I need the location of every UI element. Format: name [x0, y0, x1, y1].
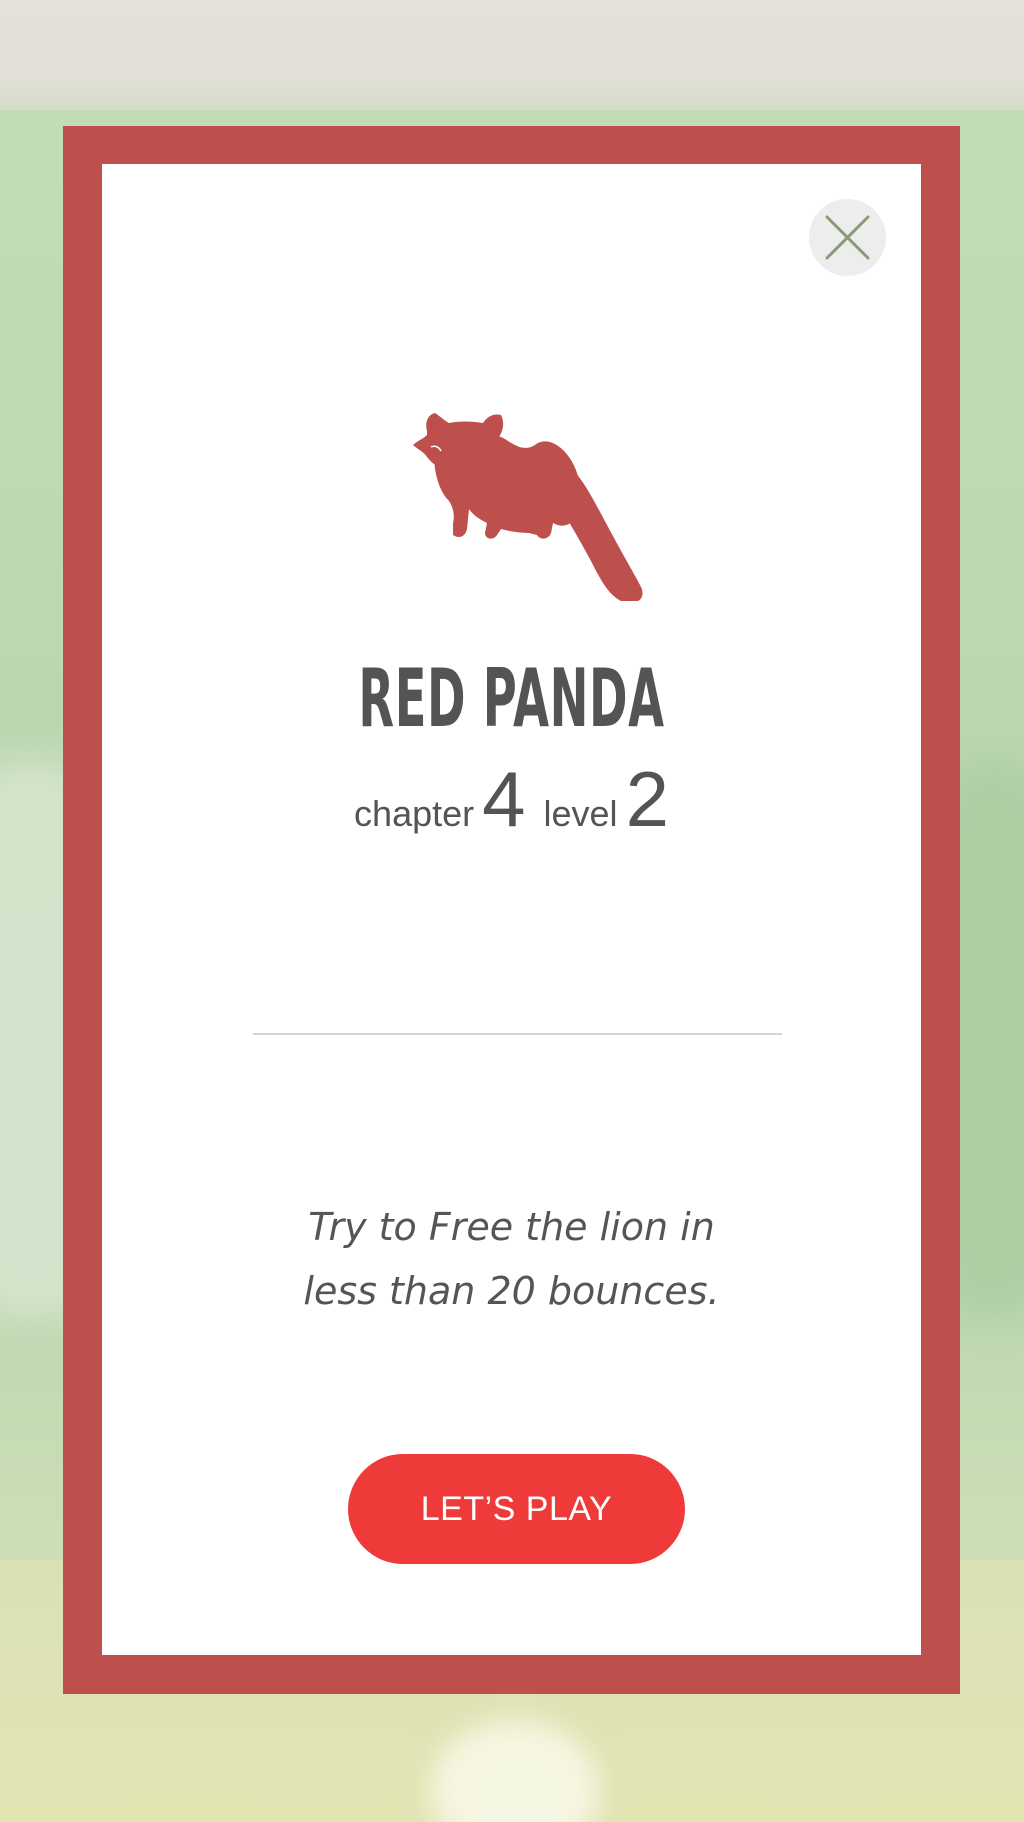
level-label: level: [543, 793, 618, 834]
divider: [253, 1033, 782, 1035]
level-dialog-card: RED PANDA chapter 4 level 2 Try to Free the…: [102, 164, 921, 1655]
mission-description: Try to Free the lion in less than 20 bou…: [212, 1195, 811, 1323]
red-panda-icon: [413, 413, 643, 601]
lets-play-button[interactable]: LET’S PLAY: [348, 1454, 685, 1564]
mission-line: less than 20 bounces.: [303, 1269, 720, 1313]
close-button[interactable]: [809, 199, 886, 276]
level-number: 2: [625, 755, 669, 843]
level-dialog-frame: RED PANDA chapter 4 level 2 Try to Free the…: [63, 126, 960, 1694]
chapter-number: 4: [482, 755, 526, 843]
close-icon: [825, 215, 870, 260]
background-sky: [0, 0, 1024, 110]
chapter-label: chapter: [354, 793, 475, 834]
animal-name-title: RED PANDA: [358, 652, 665, 745]
mission-line: Try to Free the lion in: [308, 1205, 715, 1249]
chapter-level-row: chapter 4 level 2: [102, 754, 921, 844]
